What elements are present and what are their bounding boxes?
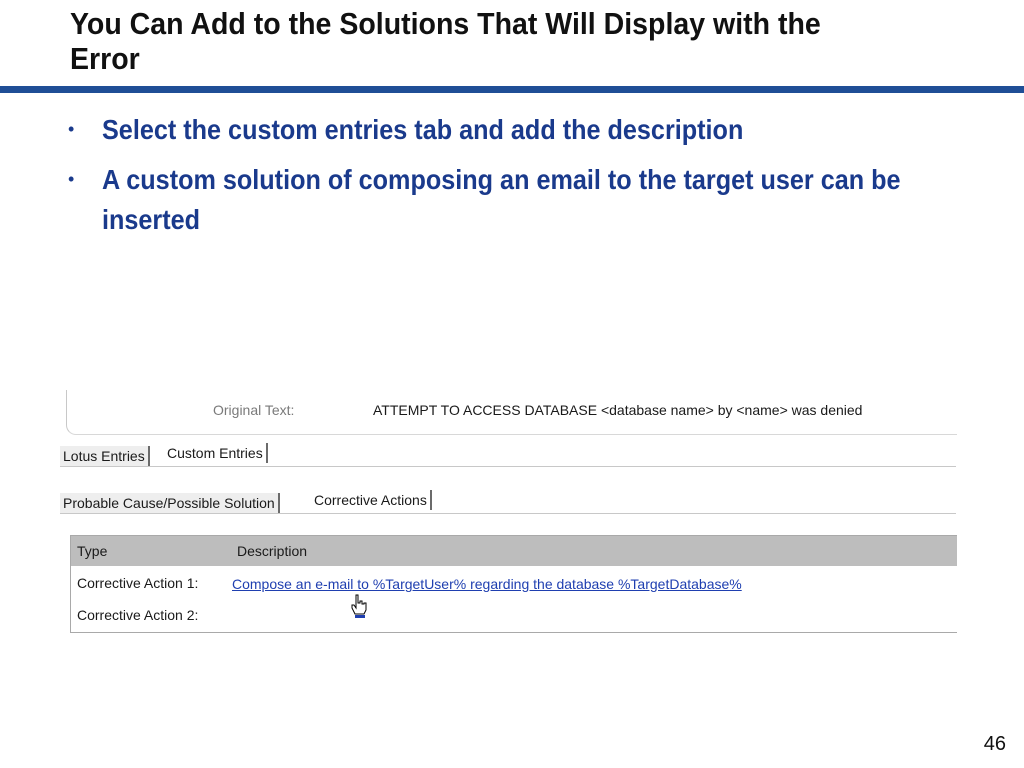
page-number: 46 bbox=[983, 733, 1006, 755]
hand-pointer-icon bbox=[351, 594, 367, 618]
bullet-icon: • bbox=[68, 169, 75, 189]
entries-tab-bar: Lotus Entries Custom Entries bbox=[60, 440, 956, 467]
grid-header: Type Description bbox=[71, 536, 957, 566]
slide-title: You Can Add to the Solutions That Will D… bbox=[70, 6, 821, 76]
bullet-list: • Select the custom entries tab and add … bbox=[68, 110, 968, 250]
actions-tab-bar: Probable Cause/Possible Solution Correct… bbox=[60, 487, 956, 514]
embedded-screenshot: Original Text: ATTEMPT TO ACCESS DATABAS… bbox=[60, 390, 957, 640]
bullet-item: • Select the custom entries tab and add … bbox=[68, 110, 968, 150]
tab-corrective-actions[interactable]: Corrective Actions bbox=[311, 490, 432, 510]
column-header-type[interactable]: Type bbox=[77, 543, 107, 559]
bullet-item: • A custom solution of composing an emai… bbox=[68, 160, 968, 240]
original-text-panel: Original Text: ATTEMPT TO ACCESS DATABAS… bbox=[66, 390, 957, 435]
bullet-icon: • bbox=[68, 119, 75, 139]
corrective-actions-grid: Type Description Corrective Action 1: Co… bbox=[70, 535, 957, 633]
original-text-value: ATTEMPT TO ACCESS DATABASE <database nam… bbox=[373, 402, 863, 418]
bullet-text: A custom solution of composing an email … bbox=[102, 164, 901, 235]
row1-type: Corrective Action 1: bbox=[77, 575, 199, 591]
column-header-description[interactable]: Description bbox=[237, 543, 307, 559]
tab-custom-entries[interactable]: Custom Entries bbox=[164, 443, 268, 463]
tab-probable-cause[interactable]: Probable Cause/Possible Solution bbox=[60, 493, 280, 513]
bullet-text: Select the custom entries tab and add th… bbox=[102, 114, 744, 145]
row2-type: Corrective Action 2: bbox=[77, 607, 199, 623]
title-divider bbox=[0, 86, 1024, 93]
row1-description-link[interactable]: Compose an e-mail to %TargetUser% regard… bbox=[232, 576, 742, 592]
tab-lotus-entries[interactable]: Lotus Entries bbox=[60, 446, 150, 466]
original-text-label: Original Text: bbox=[213, 402, 295, 418]
